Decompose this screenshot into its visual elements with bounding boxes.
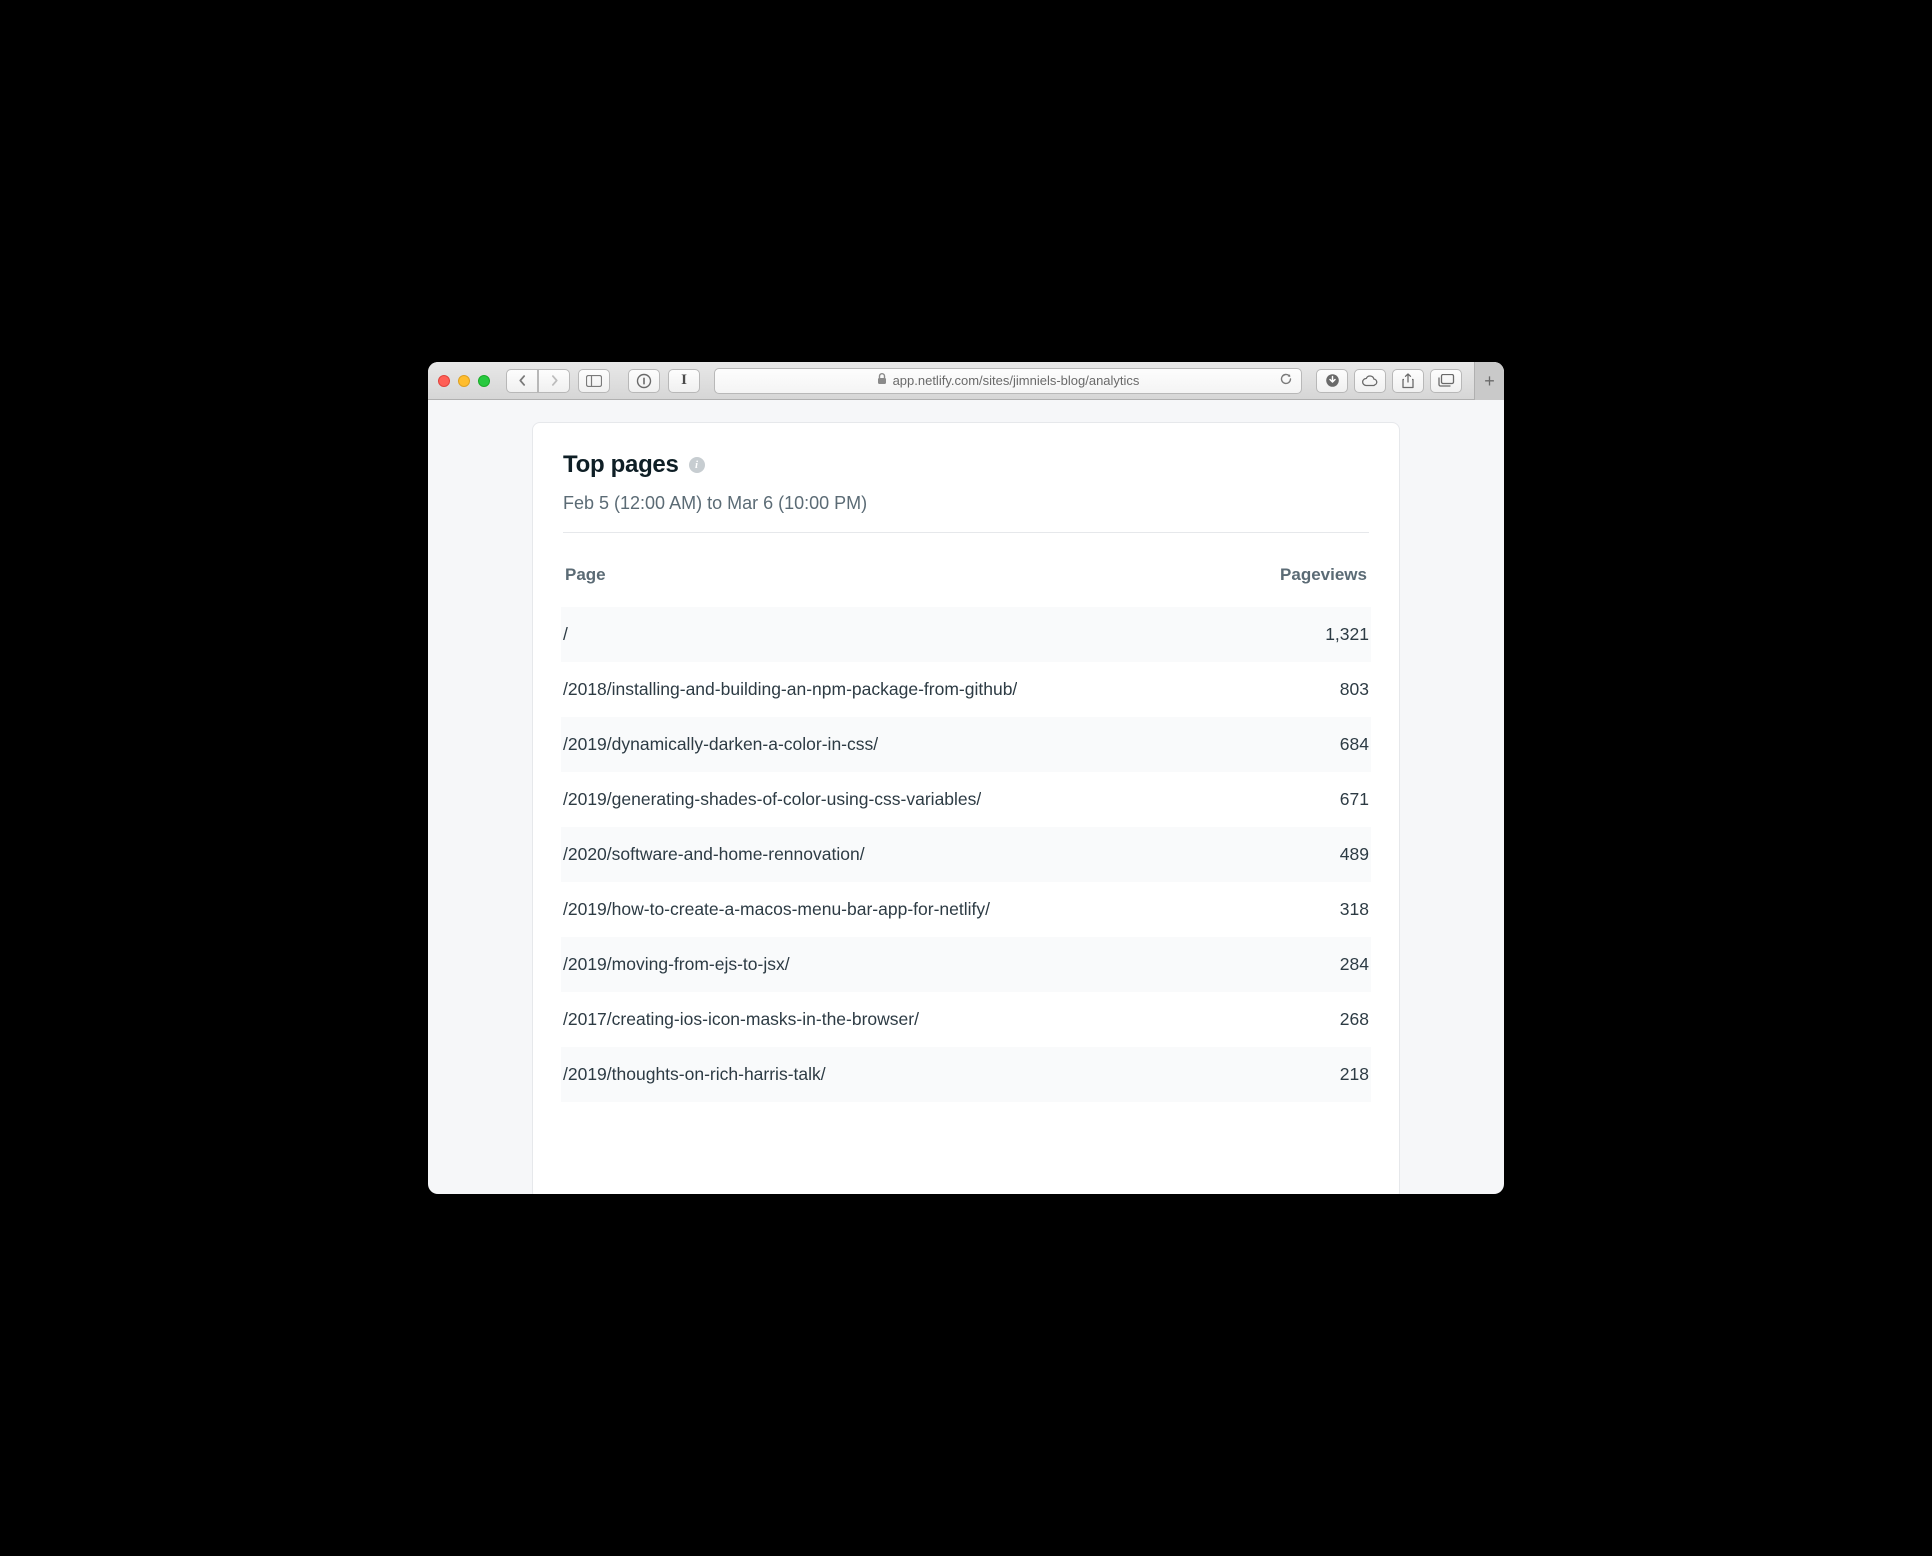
page-path: /2018/installing-and-building-an-npm-pac… <box>563 679 1017 700</box>
page-path: /2019/thoughts-on-rich-harris-talk/ <box>563 1064 826 1085</box>
table-row[interactable]: /2019/moving-from-ejs-to-jsx/284 <box>561 937 1371 992</box>
downloads-button[interactable] <box>1316 369 1348 393</box>
table-body: / 1,321 /2018/installing-and-building-an-… <box>561 607 1371 1102</box>
reload-button[interactable] <box>1279 372 1293 389</box>
show-tabs-button[interactable] <box>1430 369 1462 393</box>
page-views: 489 <box>1340 844 1369 865</box>
close-window-button[interactable] <box>438 375 450 387</box>
page-views: 318 <box>1340 899 1369 920</box>
page-views: 1,321 <box>1325 624 1369 645</box>
page-path: /2019/generating-shades-of-color-using-c… <box>563 789 981 810</box>
forward-button[interactable] <box>538 369 570 393</box>
browser-window: I app.netlify.com/sites/jimniels-blog/an… <box>428 362 1504 1194</box>
col-views-header: Pageviews <box>1280 565 1367 585</box>
card-title: Top pages <box>563 451 679 479</box>
traffic-lights <box>438 375 490 387</box>
page-path: /2019/moving-from-ejs-to-jsx/ <box>563 954 790 975</box>
top-pages-card: Top pages i Feb 5 (12:00 AM) to Mar 6 (1… <box>532 422 1400 1194</box>
page-path: /2019/how-to-create-a-macos-menu-bar-app… <box>563 899 990 920</box>
page-path: /2020/software-and-home-rennovation/ <box>563 844 865 865</box>
lock-icon <box>877 373 887 388</box>
col-page-header: Page <box>565 565 606 585</box>
table-row[interactable]: /2019/generating-shades-of-color-using-c… <box>561 772 1371 827</box>
icloud-tabs-button[interactable] <box>1354 369 1386 393</box>
extension-1password-button[interactable] <box>628 369 660 393</box>
new-tab-button[interactable]: + <box>1474 362 1504 400</box>
page-path: / <box>563 624 568 645</box>
table-row[interactable]: /2017/creating-ios-icon-masks-in-the-bro… <box>561 992 1371 1047</box>
table-row[interactable]: /2018/installing-and-building-an-npm-pac… <box>561 662 1371 717</box>
minimize-window-button[interactable] <box>458 375 470 387</box>
back-button[interactable] <box>506 369 538 393</box>
info-icon[interactable]: i <box>689 457 705 473</box>
page-views: 671 <box>1340 789 1369 810</box>
browser-toolbar: I app.netlify.com/sites/jimniels-blog/an… <box>428 362 1504 400</box>
page-views: 268 <box>1340 1009 1369 1030</box>
sidebar-toggle-button[interactable] <box>578 369 610 393</box>
table-row[interactable]: /2019/dynamically-darken-a-color-in-css/… <box>561 717 1371 772</box>
page-content: Top pages i Feb 5 (12:00 AM) to Mar 6 (1… <box>428 400 1504 1194</box>
table-row[interactable]: /2019/how-to-create-a-macos-menu-bar-app… <box>561 882 1371 937</box>
url-text: app.netlify.com/sites/jimniels-blog/anal… <box>893 373 1140 388</box>
table-row[interactable]: / 1,321 <box>561 607 1371 662</box>
share-button[interactable] <box>1392 369 1424 393</box>
page-path: /2019/dynamically-darken-a-color-in-css/ <box>563 734 878 755</box>
page-views: 218 <box>1340 1064 1369 1085</box>
date-range-text: Feb 5 (12:00 AM) to Mar 6 (10:00 PM) <box>563 493 1369 514</box>
page-views: 284 <box>1340 954 1369 975</box>
table-header: Page Pageviews <box>563 541 1369 607</box>
table-row[interactable]: /2019/thoughts-on-rich-harris-talk/218 <box>561 1047 1371 1102</box>
divider <box>563 532 1369 533</box>
address-bar[interactable]: app.netlify.com/sites/jimniels-blog/anal… <box>714 368 1302 394</box>
page-views: 684 <box>1340 734 1369 755</box>
page-views: 803 <box>1340 679 1369 700</box>
table-row[interactable]: /2020/software-and-home-rennovation/489 <box>561 827 1371 882</box>
maximize-window-button[interactable] <box>478 375 490 387</box>
extension-instapaper-button[interactable]: I <box>668 369 700 393</box>
page-path: /2017/creating-ios-icon-masks-in-the-bro… <box>563 1009 919 1030</box>
